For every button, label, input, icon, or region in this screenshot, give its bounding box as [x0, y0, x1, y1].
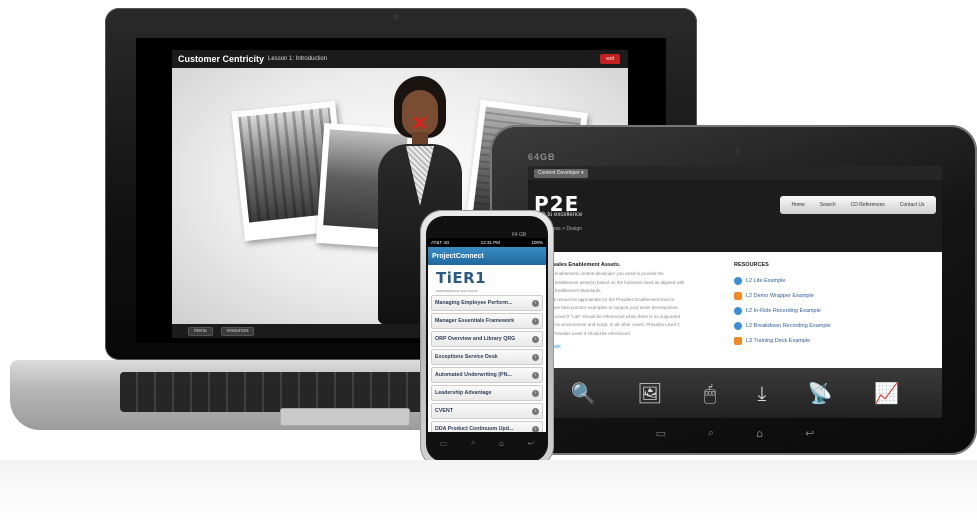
- description-column: gn Presales Enablement Assets. Presales …: [536, 262, 732, 350]
- tablet-topbar: Content Developer ▾: [528, 166, 942, 180]
- download-icon[interactable]: ⤓: [758, 381, 767, 405]
- phone-screen: AT&T 4G 12:31 PM 100% ProjectConnect TiE…: [428, 238, 546, 432]
- app-title: ProjectConnect: [432, 252, 484, 260]
- resources-column: RESOURCES L2 Lite Example L2 Demo Wrappe…: [734, 262, 934, 348]
- floor-reflection: [0, 460, 977, 524]
- list-item[interactable]: Automated Underwriting (PN... ›: [431, 367, 543, 383]
- lesson-subtitle: Lesson 1: Introduction: [268, 56, 328, 62]
- tablet-dock: 🔍 🖼 🖱 ⤓ 📡 📈: [528, 368, 942, 418]
- search-icon[interactable]: ⌕: [471, 438, 475, 448]
- resource-link[interactable]: L2 Lite Example: [734, 273, 934, 288]
- nav-home[interactable]: Home: [791, 202, 804, 208]
- search-icon[interactable]: ⌕: [708, 426, 714, 440]
- home-icon[interactable]: ⌂: [499, 439, 504, 448]
- role-dropdown[interactable]: Content Developer ▾: [534, 168, 588, 178]
- section-heading: gn Presales Enablement Assets.: [536, 262, 621, 268]
- chevron-right-icon: ›: [532, 353, 539, 361]
- search-icon[interactable]: 🔍: [571, 381, 596, 405]
- mouse-icon[interactable]: 🖱: [704, 381, 716, 405]
- phone-nav-bar: ▭ ⌕ ⌂ ↩: [428, 432, 546, 454]
- tablet-nav: Home Search CD References Contact Us: [780, 196, 936, 214]
- chevron-right-icon: ›: [532, 407, 539, 415]
- tablet-content: gn Presales Enablement Assets. Presales …: [528, 252, 942, 368]
- chevron-right-icon: ›: [532, 299, 539, 307]
- home-icon[interactable]: ⌂: [756, 427, 763, 440]
- tablet-system-bar: ▭ ⌕ ⌂ ↩: [528, 418, 942, 448]
- satellite-icon[interactable]: 📡: [808, 381, 833, 405]
- chevron-right-icon: ›: [532, 335, 539, 343]
- list-item[interactable]: Manager Essentials Framework ›: [431, 313, 543, 329]
- lesson-titlebar: Customer Centricity Lesson 1: Introducti…: [172, 50, 628, 68]
- image-icon[interactable]: 🖼: [637, 381, 662, 405]
- x-mark-icon: ✕: [411, 113, 428, 135]
- laptop-touchpad: [280, 408, 410, 426]
- nav-cd-references[interactable]: CD References: [851, 202, 885, 208]
- chevron-right-icon: ›: [532, 371, 539, 379]
- list-item[interactable]: CVENT ›: [431, 403, 543, 419]
- chevron-right-icon: ›: [532, 317, 539, 325]
- nav-search[interactable]: Search: [820, 202, 836, 208]
- back-icon[interactable]: ↩: [805, 427, 814, 440]
- resource-link[interactable]: L3 Training Deck Example: [734, 333, 934, 348]
- list-item[interactable]: DDA Product Continuum Upd... ›: [431, 421, 543, 432]
- puzzle-icon: [734, 336, 742, 345]
- clock: 12:31 PM: [480, 240, 501, 245]
- device-showcase: { "laptop": { "title": "Customer Centric…: [0, 0, 977, 524]
- globe-icon: [734, 276, 742, 285]
- globe-icon: [734, 306, 742, 315]
- resources-heading: RESOURCES: [734, 262, 769, 268]
- app-header: ProjectConnect: [428, 247, 546, 265]
- globe-icon: [734, 321, 742, 330]
- battery-label: 100%: [531, 240, 543, 245]
- list-item[interactable]: Exceptions Service Desk ›: [431, 349, 543, 365]
- tablet-screen: Content Developer ▾ P2E path to excellen…: [528, 166, 942, 368]
- description-text: Presales enablement content developer yo…: [536, 271, 685, 336]
- nav-contact-us[interactable]: Contact Us: [900, 202, 925, 208]
- chart-icon[interactable]: 📈: [874, 381, 899, 405]
- course-list: Managing Employee Perform... › Manager Es…: [428, 295, 546, 432]
- laptop-camera: [393, 14, 399, 20]
- resource-link[interactable]: L2 Demo Wrapper Example: [734, 288, 934, 303]
- list-item[interactable]: Leadership Advantage ›: [431, 385, 543, 401]
- resource-link[interactable]: L2 In-Role Recording Example: [734, 303, 934, 318]
- list-item[interactable]: Managing Employee Perform... ›: [431, 295, 543, 311]
- course-title: Customer Centricity: [178, 54, 265, 64]
- laptop-keyboard: [120, 372, 430, 412]
- puzzle-icon: [734, 291, 742, 300]
- exit-button[interactable]: exit: [600, 54, 620, 64]
- back-icon[interactable]: ↩: [527, 439, 534, 448]
- resources-button[interactable]: resources: [220, 326, 255, 336]
- menu-icon[interactable]: ▭: [440, 439, 448, 448]
- tablet-storage-label: 64GB: [528, 152, 556, 162]
- tablet-camera: [735, 148, 741, 154]
- chevron-right-icon: ›: [532, 389, 539, 397]
- menu-icon[interactable]: ▭: [656, 427, 666, 440]
- phone-statusbar: AT&T 4G 12:31 PM 100%: [428, 238, 546, 247]
- menu-button[interactable]: menu: [188, 326, 213, 336]
- carrier-label: AT&T 4G: [431, 240, 450, 245]
- list-item[interactable]: ORP Overview and Library QRG ›: [431, 331, 543, 347]
- tier1-logo: TiER1 PERFORMANCE SOLUTIONS: [436, 269, 487, 293]
- resource-link[interactable]: L2 Breakdown Recording Example: [734, 318, 934, 333]
- feedback-link[interactable]: t Feedback: [536, 344, 732, 350]
